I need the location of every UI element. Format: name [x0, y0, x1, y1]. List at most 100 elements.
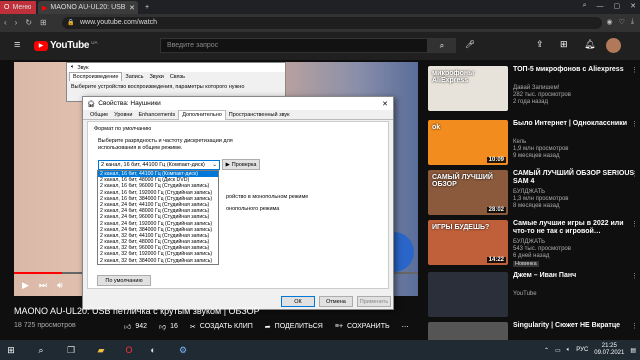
more-icon[interactable]: ⋯ — [402, 323, 409, 331]
rec-more-icon[interactable]: ⋮ — [631, 220, 638, 228]
volume-tray-icon[interactable]: 🔈︎ — [567, 347, 571, 354]
dislike-icon[interactable]: 👎︎ — [159, 322, 166, 331]
rec-channel[interactable]: Давай Запишем! — [513, 85, 559, 91]
search-taskbar-icon[interactable]: ⌕ — [34, 343, 48, 357]
clip-label[interactable]: СОЗДАТЬ КЛИП — [200, 323, 253, 330]
next-icon[interactable]: ⏭ — [39, 280, 47, 291]
tab-levels[interactable]: Уровни — [111, 112, 135, 118]
cancel-button[interactable]: Отмена — [319, 296, 353, 307]
avatar[interactable] — [606, 38, 621, 53]
format-option[interactable]: 2 канал, 24 бит, 192000 Гц (Студийная за… — [98, 221, 218, 227]
download-icon[interactable]: ⤓ — [631, 18, 634, 26]
file-explorer-icon[interactable]: ▰ — [94, 343, 108, 357]
format-option[interactable]: 2 канал, 16 бит, 192000 Гц (Студийная за… — [98, 190, 218, 196]
chevron-up-icon[interactable]: ⌃ — [544, 347, 549, 354]
search-button[interactable]: ⌕ — [428, 38, 456, 53]
volume-icon[interactable]: 🔊︎ — [57, 280, 63, 291]
save-icon[interactable]: ≡+ — [335, 323, 343, 330]
rec-title[interactable]: Самые лучшие игры в 2022 или что-то не т… — [513, 220, 638, 236]
rec-channel[interactable]: БУЛДЖАТЬ — [513, 189, 545, 195]
rec-channel[interactable]: Кель — [513, 139, 526, 145]
new-tab-button[interactable]: + — [141, 1, 153, 14]
task-view-icon[interactable]: ❐ — [64, 343, 78, 357]
rec-more-icon[interactable]: ⋮ — [631, 322, 638, 330]
rec-thumbnail[interactable]: САМЫЙ ЛУЧШИЙ ОБЗОР 28:02 — [428, 170, 508, 215]
clock[interactable]: 21:25 09.07.2021 — [594, 343, 624, 357]
format-option[interactable]: 2 канал, 16 бит, 96000 Гц (Студийная зап… — [98, 183, 218, 189]
share-label[interactable]: ПОДЕЛИТЬСЯ — [275, 323, 323, 330]
tab-communications[interactable]: Связь — [167, 74, 188, 80]
format-select[interactable]: 2 канал, 16 бит, 44100 Гц (Компакт-диск)… — [98, 160, 220, 170]
rec-more-icon[interactable]: ⋮ — [631, 272, 638, 280]
url-field[interactable]: 🔒 www.youtube.com/watch — [62, 17, 602, 29]
apply-button[interactable]: Применить — [357, 296, 391, 307]
youtube-logo[interactable]: ▶ YouTube UA — [34, 40, 97, 51]
rec-channel[interactable]: БУЛДЖАТЬ — [513, 239, 545, 245]
tab-advanced[interactable]: Дополнительно — [178, 109, 226, 120]
format-option[interactable]: 2 канал, 24 бит, 96000 Гц (Студийная зап… — [98, 214, 218, 220]
recommendation-item[interactable]: микрофоны AliExpress ТОП-5 микрофонов с A… — [428, 66, 640, 116]
format-options-list[interactable]: 2 канал, 16 бит, 44100 Гц (Компакт-диск)… — [97, 170, 219, 265]
app-taskbar-icon[interactable]: ◐ — [146, 343, 160, 357]
test-button[interactable]: ▶ Проверка — [222, 159, 260, 170]
tab-enhancements[interactable]: Enhancements — [136, 112, 179, 118]
apps-icon[interactable]: ⊞ — [560, 39, 568, 50]
ok-button[interactable]: ОК — [281, 296, 315, 307]
mic-icon[interactable]: 🎤︎ — [465, 40, 475, 49]
close-window-icon[interactable]: ✕ — [630, 2, 636, 10]
rec-title[interactable]: Было Интернет | Одноклассники — [513, 120, 638, 128]
rec-more-icon[interactable]: ⋮ — [631, 66, 638, 74]
upload-icon[interactable]: ⇪ — [536, 39, 544, 50]
rec-title[interactable]: Джем – Иван Панч — [513, 272, 638, 280]
menu-tab[interactable]: O Меню — [0, 1, 36, 14]
format-option[interactable]: 2 канал, 32 бит, 384000 Гц (Студийная за… — [98, 258, 218, 264]
rec-thumbnail[interactable]: ИГРЫ БУДЕШЬ? 14:22 — [428, 220, 508, 265]
rec-title[interactable]: ТОП-5 микрофонов с Aliexpress — [513, 66, 638, 74]
recommendation-item[interactable]: ok 10:09 Было Интернет | Одноклассники Кель… — [428, 120, 640, 170]
close-tab-icon[interactable]: ✕ — [129, 4, 135, 12]
tab-spatial-sound[interactable]: Пространственный звук — [226, 112, 293, 118]
like-icon[interactable]: 👍︎ — [124, 322, 131, 331]
reload-icon[interactable]: ↻ — [25, 18, 32, 27]
tab-recording[interactable]: Запись — [122, 74, 146, 80]
camera-icon[interactable]: ◉ — [607, 18, 613, 26]
tab-general[interactable]: Общие — [87, 112, 111, 118]
rec-more-icon[interactable]: ⋮ — [631, 170, 638, 178]
search-tabs-icon[interactable]: ⌕ — [583, 2, 587, 10]
save-label[interactable]: СОХРАНИТЬ — [347, 323, 390, 330]
back-icon[interactable]: ‹ — [4, 18, 7, 27]
rec-title[interactable]: САМЫЙ ЛУЧШИЙ ОБЗОР SERIOUS SAM 4 — [513, 170, 638, 186]
rec-title[interactable]: Singularity | Сюжет НЕ Вкратце — [513, 322, 638, 330]
bell-icon[interactable]: 🔔︎ — [584, 39, 595, 50]
search-input[interactable]: Введите запрос — [160, 38, 428, 53]
language-indicator[interactable]: РУС — [576, 347, 588, 353]
settings-taskbar-icon[interactable]: ⚙ — [176, 343, 190, 357]
windows-start-icon[interactable]: ⊞ — [4, 343, 18, 357]
rec-channel[interactable]: YouTube — [513, 291, 537, 297]
rec-thumbnail[interactable]: ok 10:09 — [428, 120, 508, 165]
rec-thumbnail[interactable]: микрофоны AliExpress — [428, 66, 508, 111]
maximize-icon[interactable]: ▢ — [614, 2, 621, 10]
recommendation-item[interactable]: САМЫЙ ЛУЧШИЙ ОБЗОР 28:02 САМЫЙ ЛУЧШИЙ ОБЗО… — [428, 170, 640, 220]
notifications-icon[interactable]: ▤ — [630, 347, 636, 354]
recommendation-item[interactable]: ИГРЫ БУДЕШЬ? 14:22 Самые лучшие игры в 202… — [428, 220, 640, 270]
clip-icon[interactable]: ✂ — [190, 323, 196, 331]
minimize-icon[interactable]: — — [597, 3, 604, 10]
default-button[interactable]: По умолчанию — [97, 275, 151, 286]
hamburger-icon[interactable]: ≡ — [14, 39, 20, 51]
grid-icon[interactable]: ⊞ — [40, 18, 47, 27]
tab-video[interactable]: ▶ MAONO AU-UL20: USB П… ✕ — [38, 1, 138, 14]
network-icon[interactable]: ▭ — [555, 347, 561, 354]
close-dialog-icon[interactable]: ✕ — [382, 100, 388, 108]
rec-more-icon[interactable]: ⋮ — [631, 120, 638, 128]
share-icon[interactable]: ➦ — [265, 323, 271, 331]
heart-icon[interactable]: ♡ — [619, 18, 625, 26]
forward-icon[interactable]: › — [15, 18, 18, 27]
format-option[interactable]: 2 канал, 24 бит, 384000 Гц (Студийная за… — [98, 227, 218, 233]
tab-playback[interactable]: Воспроизведение — [69, 72, 123, 81]
rec-thumbnail[interactable] — [428, 272, 508, 317]
play-icon[interactable]: ▶ — [22, 280, 29, 291]
opera-taskbar-icon[interactable]: O — [122, 343, 136, 357]
recommendation-item[interactable]: Джем – Иван Панч YouTube ⋮ — [428, 272, 640, 322]
format-option[interactable]: 2 канал, 32 бит, 192000 Гц (Студийная за… — [98, 251, 218, 257]
